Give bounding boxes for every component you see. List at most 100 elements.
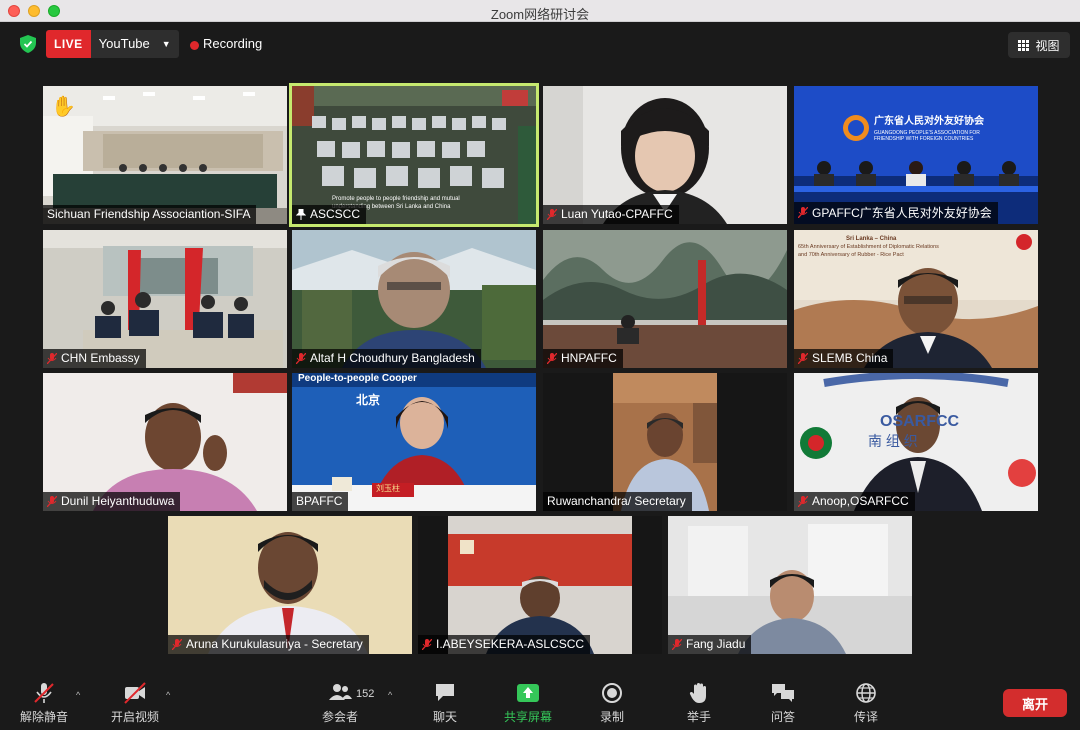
participant-name: Altaf H Choudhury Bangladesh <box>310 351 475 365</box>
participant-name-tag: BPAFFC <box>292 492 349 511</box>
video-tile-ascscc[interactable]: Promote people to people friendship and … <box>289 83 539 227</box>
share-screen-button[interactable]: 共享屏幕 <box>504 682 552 725</box>
recording-dot-icon <box>190 41 199 50</box>
video-tile-anoop[interactable]: OSARFCC 南 组 织 Anoop,OSARFCC <box>794 373 1038 511</box>
participant-name: GPAFFC广东省人民对外友好协会 <box>812 206 992 220</box>
meeting-top-bar: LIVE YouTube ▼ Recording 视图 <box>0 22 1080 66</box>
video-tile-chn-embassy[interactable]: CHN Embassy <box>43 230 287 368</box>
gpaffc-banner-title: 广东省人民对外友好协会 <box>874 116 984 127</box>
live-platform-label: YouTube <box>98 36 150 51</box>
person-video <box>292 230 536 368</box>
video-tile-dunil[interactable]: Dunil Heiyanthuduwa <box>43 373 287 511</box>
video-tile-sifa[interactable]: ✋ Sichuan Friendship Associantion-SIFA <box>43 86 287 224</box>
participant-name: CHN Embassy <box>61 351 140 365</box>
video-tile-slemb-china[interactable]: Sri Lanka – China 65th Anniversary of Es… <box>794 230 1038 368</box>
slemb-banner-line2: 65th Anniversary of Establishment of Dip… <box>798 244 939 250</box>
video-tile-luan-yutao[interactable]: Luan Yutao-CPAFFC <box>543 86 787 224</box>
start-video-button[interactable]: 开启视频 <box>111 682 159 725</box>
participant-name: Luan Yutao-CPAFFC <box>561 207 673 221</box>
speaker-video <box>292 373 536 511</box>
qa-label: 问答 <box>771 710 796 724</box>
video-tile-gpaffc[interactable]: 广东省人民对外友好协会 GUANGDONG PEOPLE'S ASSOCIATI… <box>794 86 1038 224</box>
participant-name: Anoop,OSARFCC <box>812 494 909 508</box>
video-tile-fang-jiadu[interactable]: Fang Jiadu <box>668 516 912 654</box>
title-bar: Zoom网络研讨会 <box>0 0 1080 22</box>
participants-label: 参会者 <box>322 710 359 724</box>
participant-name-tag: HNPAFFC <box>543 349 623 368</box>
recording-status[interactable]: Recording <box>203 36 262 51</box>
record-button[interactable]: 录制 <box>600 682 624 725</box>
participant-name-tag: Aruna Kurukulasuriya - Secretary <box>168 635 369 654</box>
video-tile-bpaffc[interactable]: People-to-people Cooper 北京 刘玉柱 BPAFFC <box>292 373 536 511</box>
participants-button[interactable]: 参会者 <box>322 682 358 725</box>
osarfcc-banner-cn: 南 组 织 <box>868 433 918 449</box>
muted-mic-icon <box>47 352 57 364</box>
participant-name: ASCSCC <box>310 207 361 221</box>
muted-mic-icon <box>672 638 682 650</box>
view-layout-button[interactable]: 视图 <box>1008 32 1070 58</box>
video-tile-hnpaffc[interactable]: HNPAFFC <box>543 230 787 368</box>
qa-button[interactable]: 问答 <box>771 682 795 725</box>
participant-name: Sichuan Friendship Associantion-SIFA <box>47 207 251 221</box>
share-screen-label: 共享屏幕 <box>504 710 553 724</box>
video-tile-ruwanchandra[interactable]: Ruwanchandra/ Secretary <box>543 373 787 511</box>
live-stream-control[interactable]: LIVE YouTube ▼ <box>46 30 179 58</box>
banner-text-line1: Promote people to people friendship and … <box>332 196 460 202</box>
raise-hand-button[interactable]: 举手 <box>687 682 711 725</box>
muted-mic-icon <box>798 352 808 364</box>
view-label: 视图 <box>1035 38 1060 53</box>
participant-name: Fang Jiadu <box>686 637 746 651</box>
participants-count: 152 <box>356 688 375 700</box>
video-options-caret-icon[interactable]: ^ <box>166 690 170 700</box>
participant-name-tag: Luan Yutao-CPAFFC <box>543 205 679 224</box>
participant-name-tag: Sichuan Friendship Associantion-SIFA <box>43 205 257 224</box>
participant-name-tag: SLEMB China <box>794 349 894 368</box>
person-video <box>543 86 787 224</box>
leave-button[interactable]: 离开 <box>1003 689 1067 717</box>
live-platform-dropdown[interactable]: YouTube ▼ <box>90 30 179 58</box>
window-title: Zoom网络研讨会 <box>490 7 590 22</box>
meeting-room-video <box>543 230 787 368</box>
raised-hand-icon: ✋ <box>51 96 76 118</box>
participants-options-caret-icon[interactable]: ^ <box>388 690 392 700</box>
meeting-controls-bar: 解除静音 ^ 开启视频 ^ 参会者 152 ^ 聊天 共享屏幕 录制 举手 问答… <box>0 676 1080 730</box>
unmute-button[interactable]: 解除静音 <box>20 682 68 725</box>
zoom-window: Zoom网络研讨会 LIVE YouTube ▼ Recording 视图 ✋ … <box>0 0 1080 730</box>
video-tile-altaf[interactable]: Altaf H Choudhury Bangladesh <box>292 230 536 368</box>
chevron-down-icon: ▼ <box>161 39 171 49</box>
video-tile-abeysekera[interactable]: I.ABEYSEKERA-ASLCSCC <box>418 516 662 654</box>
muted-mic-icon <box>172 638 182 650</box>
grid-view-icon <box>1018 39 1030 51</box>
pin-icon <box>296 208 306 220</box>
muted-mic-icon <box>34 683 54 703</box>
participant-name: HNPAFFC <box>561 351 617 365</box>
muted-mic-icon <box>547 208 557 220</box>
interpretation-label: 传译 <box>854 710 879 724</box>
gpaffc-banner-subtitle: GUANGDONG PEOPLE'S ASSOCIATION FOR FRIEN… <box>874 130 980 142</box>
raise-hand-icon <box>689 683 706 703</box>
chat-icon <box>436 684 454 701</box>
muted-mic-icon <box>547 352 557 364</box>
participant-name: SLEMB China <box>812 351 888 365</box>
embassy-room-video <box>43 230 287 368</box>
participant-name: Ruwanchandra/ Secretary <box>547 494 686 508</box>
bpaffc-banner: People-to-people Cooper <box>298 373 417 384</box>
record-icon <box>602 683 622 703</box>
chat-label: 聊天 <box>433 710 458 724</box>
chat-button[interactable]: 聊天 <box>433 682 457 725</box>
muted-mic-icon <box>296 352 306 364</box>
security-shield-icon[interactable] <box>20 35 36 53</box>
participant-name: BPAFFC <box>296 494 343 508</box>
audio-options-caret-icon[interactable]: ^ <box>76 690 80 700</box>
participant-name: I.ABEYSEKERA-ASLCSCC <box>436 637 585 651</box>
record-label: 录制 <box>600 710 625 724</box>
participant-name-tag: I.ABEYSEKERA-ASLCSCC <box>418 635 591 654</box>
video-tile-aruna[interactable]: Aruna Kurukulasuriya - Secretary <box>168 516 412 654</box>
muted-mic-icon <box>422 638 432 650</box>
bpaffc-city: 北京 <box>356 393 381 407</box>
muted-mic-icon <box>798 207 808 218</box>
start-video-label: 开启视频 <box>111 710 160 724</box>
raise-hand-label: 举手 <box>687 710 712 724</box>
interpretation-button[interactable]: 传译 <box>854 682 878 725</box>
person-video <box>543 373 787 511</box>
